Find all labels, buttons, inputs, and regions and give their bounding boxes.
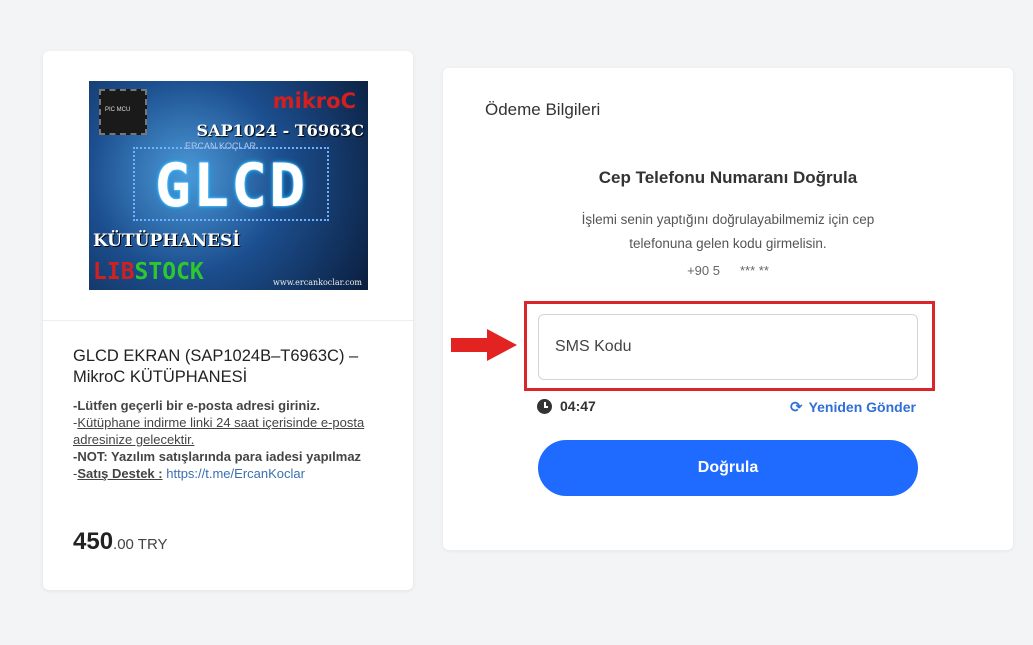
price-decimal: .00 TRY — [113, 536, 168, 553]
verify-heading: Cep Telefonu Numaranı Doğrula — [598, 168, 858, 187]
product-notes: -Lütfen geçerli bir e-posta adresi girin… — [73, 397, 393, 482]
chip-graphic: PIC MCU — [99, 89, 147, 135]
image-subtitle-text: KÜTÜPHANESİ — [93, 231, 241, 251]
verify-button[interactable]: Doğrula — [538, 440, 918, 496]
support-label: Satış Destek : — [77, 466, 163, 481]
payment-title: Ödeme Bilgileri — [485, 100, 601, 119]
countdown-timer: 04:47 — [537, 398, 596, 414]
image-url-text: www.ercankoclar.com — [273, 278, 362, 287]
phone-number: +90 5 *** ** — [443, 263, 1013, 278]
product-title: GLCD EKRAN (SAP1024B–T6963C) – MikroC KÜ… — [73, 347, 359, 386]
timer-value: 04:47 — [560, 398, 596, 414]
phone-masked: *** ** — [739, 263, 769, 278]
libstock-logo: LIBSTOCK — [93, 259, 204, 285]
image-main-text: GLCD — [133, 147, 329, 221]
product-image-wrap: PIC MCU mikroC SAP1024 - T6963C ERCAN KO… — [43, 51, 413, 321]
sms-code-input[interactable] — [538, 314, 918, 380]
product-price: 450.00 TRY — [73, 528, 168, 556]
note-support: -Satış Destek : https://t.me/ErcanKoclar — [73, 466, 305, 481]
note-download: -Kütüphane indirme linki 24 saat içerisi… — [73, 415, 365, 447]
refresh-icon: ⟳ — [790, 399, 803, 416]
note-email: -Lütfen geçerli bir e-posta adresi girin… — [73, 398, 321, 413]
note-refund: -NOT: Yazılım satışlarında para iadesi y… — [73, 449, 362, 464]
image-model-text: SAP1024 - T6963C — [196, 121, 364, 140]
support-link[interactable]: https://t.me/ErcanKoclar — [166, 466, 305, 481]
verify-description: İşlemi senin yaptığını doğrulayabilmemiz… — [581, 212, 875, 251]
red-arrow-icon — [451, 329, 517, 361]
resend-button[interactable]: ⟳ Yeniden Gönder — [790, 398, 916, 416]
clock-icon — [537, 398, 552, 414]
price-integer: 450 — [73, 528, 114, 555]
product-image[interactable]: PIC MCU mikroC SAP1024 - T6963C ERCAN KO… — [89, 81, 368, 290]
image-brand-text: mikroC — [272, 89, 356, 113]
phone-prefix: +90 5 — [687, 263, 720, 278]
resend-label: Yeniden Gönder — [808, 399, 916, 415]
product-card: PIC MCU mikroC SAP1024 - T6963C ERCAN KO… — [43, 51, 413, 590]
note-download-text: Kütüphane indirme linki 24 saat içerisin… — [73, 415, 365, 447]
